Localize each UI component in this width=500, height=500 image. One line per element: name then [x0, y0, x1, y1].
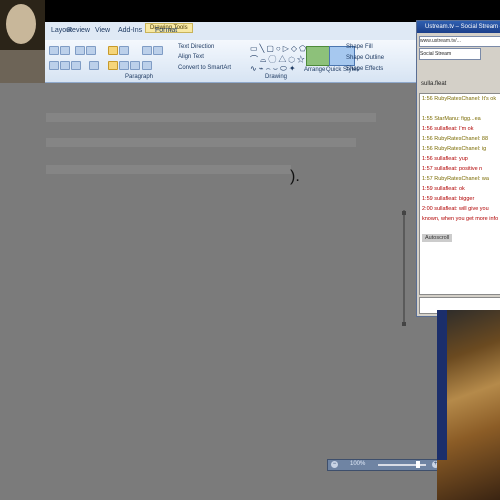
align-center-button[interactable] — [119, 61, 129, 70]
chat-message: known, when you get more info — [422, 216, 499, 222]
align-right-button[interactable] — [130, 61, 140, 70]
ribbon-tab-bar: Drawing Tools Layout Review View Add-Ins… — [45, 22, 417, 41]
tab-review[interactable]: Review — [67, 27, 90, 34]
text-line — [46, 138, 356, 147]
chat-window: Ustream.tv – Social Stream – Chat www.us… — [416, 20, 500, 317]
decrease-indent-button[interactable] — [142, 46, 152, 55]
tab-add-ins[interactable]: Add-Ins — [118, 27, 142, 34]
chat-message: 1:57 sullafleat: positive n — [422, 166, 483, 172]
chat-message: 1:56 sullafleat: I'm ok — [422, 126, 474, 132]
shapes-gallery-row3[interactable]: ∿⌁⌢⌣⬭✦ — [250, 64, 298, 74]
shapes-gallery[interactable]: ▭╲▢○▷◇⬠ — [250, 44, 308, 53]
chat-room-select[interactable]: Social Stream — [419, 48, 481, 60]
convert-smartart-button[interactable]: Convert to SmartArt — [178, 65, 231, 71]
chat-message: 1:56 RubyRatesChanel: ig — [422, 146, 487, 152]
tab-format[interactable]: Format — [155, 27, 177, 34]
chat-message: 1:59 sullafleat: ok — [422, 186, 465, 192]
resize-handle[interactable] — [402, 211, 406, 215]
clear-format-button[interactable] — [86, 46, 96, 55]
arrange-button[interactable]: Arrange — [304, 67, 325, 73]
text-line — [46, 113, 376, 122]
chat-message: 2:00 sullafleat: will give you — [422, 206, 489, 212]
numbering-button[interactable] — [119, 46, 129, 55]
chat-message: 1:55 StarManu: figg...ea — [422, 116, 481, 122]
justify-button[interactable] — [142, 61, 152, 70]
webcam-face — [6, 4, 36, 44]
bold-button[interactable] — [49, 61, 59, 70]
underline-button[interactable] — [71, 61, 81, 70]
zoom-slider-thumb[interactable] — [416, 461, 420, 468]
bullets-button[interactable] — [108, 46, 118, 55]
chat-url-bar[interactable]: www.ustream.tv/... — [419, 36, 500, 47]
zoom-out-button[interactable]: − — [331, 461, 338, 468]
resize-handle[interactable] — [402, 322, 406, 326]
mouse-cursor: ). — [290, 168, 300, 185]
chat-nickname: sulla.fleat — [421, 81, 447, 87]
shape-effects-button[interactable]: Shape Effects — [346, 66, 383, 72]
grow-font-button[interactable] — [60, 46, 70, 55]
drawing-group-label: Drawing — [265, 74, 288, 80]
chat-message: 1:57 RubyRatesChanel: wa — [422, 176, 489, 182]
increase-indent-button[interactable] — [153, 46, 163, 55]
font-size-button[interactable] — [49, 46, 59, 55]
font-color-button[interactable] — [89, 61, 99, 70]
text-direction-button[interactable]: Text Direction — [178, 44, 214, 50]
align-left-button[interactable] — [108, 61, 118, 70]
text-box-border — [403, 210, 405, 326]
top-black-bar — [0, 0, 500, 22]
shape-fill-button[interactable]: Shape Fill — [346, 44, 373, 50]
ribbon: Paragraph Text Direction Align Text Conv… — [45, 40, 417, 83]
paragraph-group-label: Paragraph — [125, 74, 154, 80]
chat-title-bar[interactable]: Ustream.tv – Social Stream – Chat — [417, 21, 500, 33]
shape-outline-button[interactable]: Shape Outline — [346, 55, 384, 61]
taskbar-strip — [437, 310, 447, 460]
chat-message: 1:56 RubyRatesChanel: 88 — [422, 136, 489, 142]
chat-first-line: 1:56 RubyRatesChanel: It's ok — [422, 96, 497, 102]
chat-message: 1:59 sullafleat: bigger — [422, 196, 475, 202]
text-line — [46, 165, 291, 174]
tab-view[interactable]: View — [95, 27, 110, 34]
shrink-font-button[interactable] — [75, 46, 85, 55]
autoscroll-toggle[interactable]: Autoscroll — [422, 234, 453, 242]
chat-message: 1:56 sullafleat: yup — [422, 156, 468, 162]
chat-message-list[interactable]: 1:56 RubyRatesChanel: It's ok 1:55 StarM… — [419, 93, 500, 295]
italic-button[interactable] — [60, 61, 70, 70]
document-canvas[interactable] — [0, 83, 437, 500]
zoom-bar: − 100% + — [327, 459, 447, 471]
align-text-button[interactable]: Align Text — [178, 54, 204, 60]
zoom-level: 100% — [350, 461, 366, 467]
